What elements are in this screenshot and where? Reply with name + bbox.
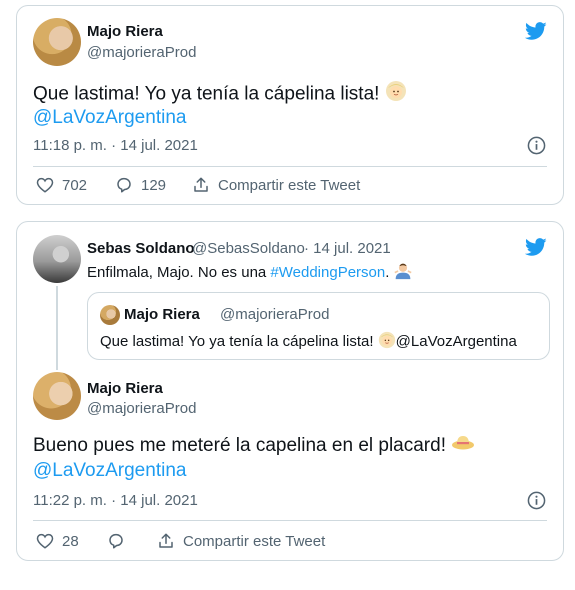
reply-button[interactable]: 129 xyxy=(115,176,166,194)
like-count: 702 xyxy=(62,176,88,194)
author-name[interactable]: Sebas Soldano xyxy=(87,240,195,257)
tweet-card-1: Majo Riera @majorieraProd Que lastima! Y… xyxy=(16,5,564,205)
avatar[interactable] xyxy=(33,18,81,66)
author-name[interactable]: Majo Riera xyxy=(87,23,163,40)
reply-text-end: . xyxy=(385,263,394,281)
author-name[interactable]: Majo Riera xyxy=(87,380,163,397)
reply-text: Enfilmala, Majo. No es una #WeddingPerso… xyxy=(87,262,412,284)
reply-bubble-icon xyxy=(109,533,123,549)
twitter-bird-icon[interactable] xyxy=(524,236,548,258)
author-handle[interactable]: @majorieraProd xyxy=(87,44,196,61)
share-label: Compartir este Tweet xyxy=(218,176,361,194)
man-shrugging-emoji xyxy=(394,262,412,284)
avatar xyxy=(100,305,120,325)
quoted-mention: @LaVozArgentina xyxy=(395,332,517,350)
tweet-text-body: Que lastima! Yo ya tenía la cápelina lis… xyxy=(33,83,385,105)
bride-emoji xyxy=(378,331,396,353)
share-button[interactable]: Compartir este Tweet xyxy=(157,532,325,550)
reply-text-body: Enfilmala, Majo. No es una xyxy=(87,263,271,281)
bride-emoji xyxy=(385,80,407,109)
like-button[interactable]: 702 xyxy=(36,176,87,194)
share-icon xyxy=(159,533,173,548)
mention-link[interactable]: @LaVozArgentina xyxy=(33,105,186,130)
twitter-bird-icon[interactable] xyxy=(524,20,548,42)
reply-count: 129 xyxy=(141,176,167,194)
avatar[interactable] xyxy=(33,372,81,420)
like-count: 28 xyxy=(62,532,79,550)
quoted-author-handle: @majorieraProd xyxy=(220,306,330,323)
like-button[interactable]: 28 xyxy=(36,532,79,550)
tweet-text-body: Bueno pues me meteré la capelina en el p… xyxy=(33,435,452,456)
quoted-author-name: Majo Riera xyxy=(124,306,200,323)
divider xyxy=(33,166,547,167)
author-handle[interactable]: @majorieraProd xyxy=(87,400,196,417)
info-icon[interactable] xyxy=(527,136,546,155)
timestamp[interactable]: 11:18 p. m. · 14 jul. 2021 xyxy=(33,137,198,154)
divider xyxy=(33,520,547,521)
quoted-text: Que lastima! Yo ya tenía la cápelina lis… xyxy=(100,331,517,353)
mention-link[interactable]: @LaVozArgentina xyxy=(33,458,186,483)
heart-icon xyxy=(36,533,54,549)
author-handle[interactable]: @SebasSoldano xyxy=(192,240,305,257)
info-icon[interactable] xyxy=(527,491,546,510)
reply-bubble-icon xyxy=(117,177,131,193)
tweet-date[interactable]: · 14 jul. 2021 xyxy=(304,240,391,257)
share-button[interactable]: Compartir este Tweet xyxy=(192,176,360,194)
timestamp[interactable]: 11:22 p. m. · 14 jul. 2021 xyxy=(33,492,198,509)
hat-emoji xyxy=(451,433,475,458)
quoted-text-body: Que lastima! Yo ya tenía la cápelina lis… xyxy=(100,332,378,350)
avatar[interactable] xyxy=(33,235,81,283)
reply-button[interactable] xyxy=(107,532,133,550)
tweet-card-2: Sebas Soldano @SebasSoldano · 14 jul. 20… xyxy=(16,221,564,561)
share-icon xyxy=(194,177,208,192)
hashtag-link[interactable]: #WeddingPerson xyxy=(270,264,385,281)
tweet-text: Bueno pues me meteré la capelina en el p… xyxy=(33,433,475,458)
quoted-tweet[interactable]: Majo Riera @majorieraProd Que lastima! Y… xyxy=(87,292,550,360)
thread-line xyxy=(56,286,58,370)
share-label: Compartir este Tweet xyxy=(183,532,326,550)
heart-icon xyxy=(36,177,54,193)
